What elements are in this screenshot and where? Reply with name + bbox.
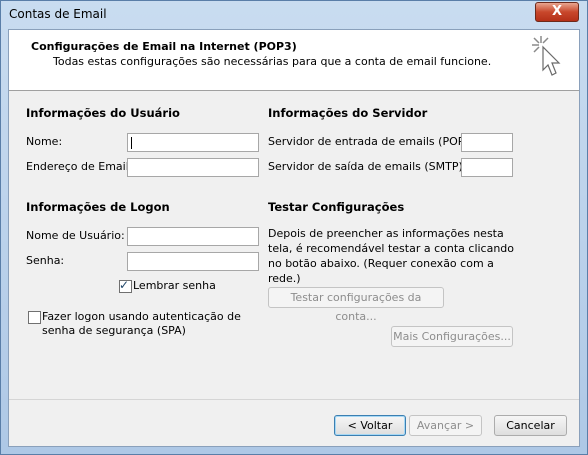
next-button[interactable]: Avançar > <box>409 415 482 436</box>
header-title: Configurações de Email na Internet (POP3… <box>31 40 297 53</box>
remember-password-label: Lembrar senha <box>133 279 216 292</box>
cancel-button[interactable]: Cancelar <box>494 415 567 436</box>
checkmark-icon: ✓ <box>119 278 130 292</box>
text-caret <box>131 137 132 149</box>
email-label: Endereço de Email: <box>26 160 133 173</box>
back-button[interactable]: < Voltar <box>334 415 406 436</box>
incoming-server-label: Servidor de entrada de emails (POP3): <box>268 135 480 148</box>
test-settings-heading: Testar Configurações <box>268 200 405 214</box>
server-info-heading: Informações do Servidor <box>268 106 428 120</box>
footer-divider <box>9 399 579 400</box>
dialog-body: Configurações de Email na Internet (POP3… <box>8 29 580 447</box>
password-input[interactable] <box>127 252 259 271</box>
name-input[interactable] <box>127 133 259 152</box>
spa-checkbox[interactable] <box>28 311 41 324</box>
username-label: Nome de Usuário: <box>26 229 125 242</box>
email-accounts-window: Contas de Email X Configurações de Email… <box>0 0 588 455</box>
header-subtitle: Todas estas configurações são necessária… <box>53 55 492 68</box>
test-account-settings-button[interactable]: Testar configurações da conta... <box>268 287 444 323</box>
close-icon: X <box>551 4 563 19</box>
title-bar[interactable]: Contas de Email X <box>1 1 587 27</box>
dialog-header: Configurações de Email na Internet (POP3… <box>9 30 579 91</box>
name-label: Nome: <box>26 135 63 148</box>
spa-label-line2: senha de segurança (SPA) <box>42 324 186 337</box>
incoming-server-input[interactable] <box>461 133 513 152</box>
sparkle-cursor-icon <box>532 36 561 76</box>
password-label: Senha: <box>26 254 65 267</box>
outgoing-server-input[interactable] <box>461 158 513 177</box>
username-input[interactable] <box>127 227 259 246</box>
test-settings-description: Depois de preencher as informações nesta… <box>268 227 515 285</box>
logon-info-heading: Informações de Logon <box>26 200 170 214</box>
close-button[interactable]: X <box>535 2 579 22</box>
email-input[interactable] <box>127 158 259 177</box>
outgoing-server-label: Servidor de saída de emails (SMTP): <box>268 160 467 173</box>
more-settings-button[interactable]: Mais Configurações... <box>391 326 513 347</box>
remember-password-checkbox[interactable]: ✓ <box>119 278 132 293</box>
window-title: Contas de Email <box>9 7 107 21</box>
spa-label-line1: Fazer logon usando autenticação de <box>42 310 241 323</box>
user-info-heading: Informações do Usuário <box>26 106 180 120</box>
